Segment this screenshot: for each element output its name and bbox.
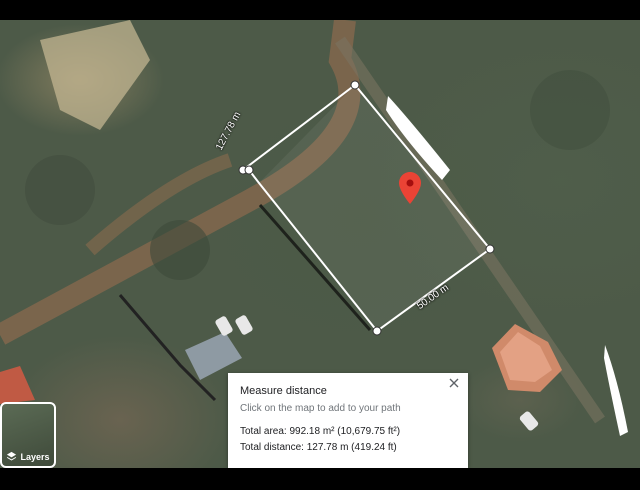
panel-hint: Click on the map to add to your path: [240, 403, 401, 414]
path-vertex[interactable]: [485, 244, 495, 254]
layers-icon: [7, 451, 17, 461]
top-black-bar: [0, 0, 640, 20]
bottom-black-bar: [0, 468, 640, 490]
total-distance: Total distance: 127.78 m (419.24 ft): [240, 442, 397, 453]
path-vertex[interactable]: [244, 165, 254, 175]
location-pin-icon[interactable]: [399, 172, 421, 204]
path-vertex[interactable]: [350, 80, 360, 90]
measure-distance-panel: Measure distance Click on the map to add…: [228, 373, 468, 468]
total-area: Total area: 992.18 m² (10,679.75 ft²): [240, 426, 401, 437]
layers-label: Layers: [20, 451, 50, 462]
layers-button[interactable]: Layers: [0, 402, 56, 468]
close-icon[interactable]: [448, 378, 460, 390]
panel-title: Measure distance: [240, 385, 327, 397]
path-vertex[interactable]: [372, 326, 382, 336]
